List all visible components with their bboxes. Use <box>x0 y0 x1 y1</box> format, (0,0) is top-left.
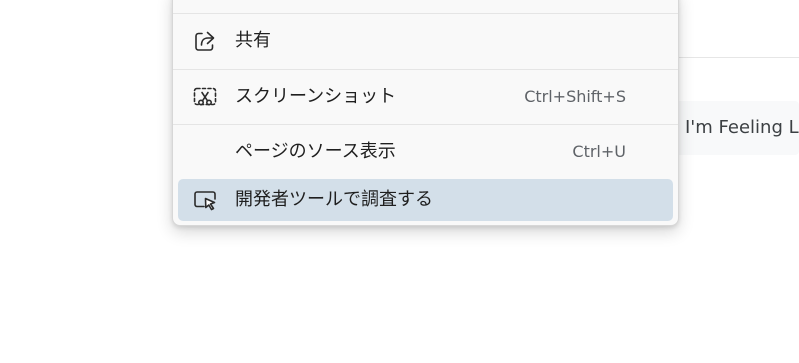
menu-separator <box>173 69 678 70</box>
menu-separator <box>173 124 678 125</box>
browser-page: I'm Feeling Lucky 共有 <box>0 0 799 363</box>
menu-item-shortcut: Ctrl+Shift+S <box>524 87 626 106</box>
context-menu: 共有 スクリーンショット Ctrl+Shift+S ページのソース表示 Ctrl… <box>172 0 679 226</box>
menu-separator <box>173 13 678 14</box>
menu-item-shortcut: Ctrl+U <box>572 142 626 161</box>
menu-item-label: 共有 <box>235 30 271 51</box>
menu-item-label: スクリーンショット <box>235 86 397 107</box>
menu-item-screenshot[interactable]: スクリーンショット Ctrl+Shift+S <box>178 76 673 118</box>
screenshot-icon <box>192 84 218 110</box>
menu-item-label: ページのソース表示 <box>235 141 396 162</box>
menu-item-share[interactable]: 共有 <box>178 20 673 62</box>
menu-item-label: 開発者ツールで調査する <box>235 189 433 210</box>
share-icon <box>192 28 218 54</box>
menu-item-view-source[interactable]: ページのソース表示 Ctrl+U <box>178 131 673 173</box>
menu-item-inspect[interactable]: 開発者ツールで調査する <box>178 179 673 221</box>
inspect-icon <box>192 187 218 213</box>
